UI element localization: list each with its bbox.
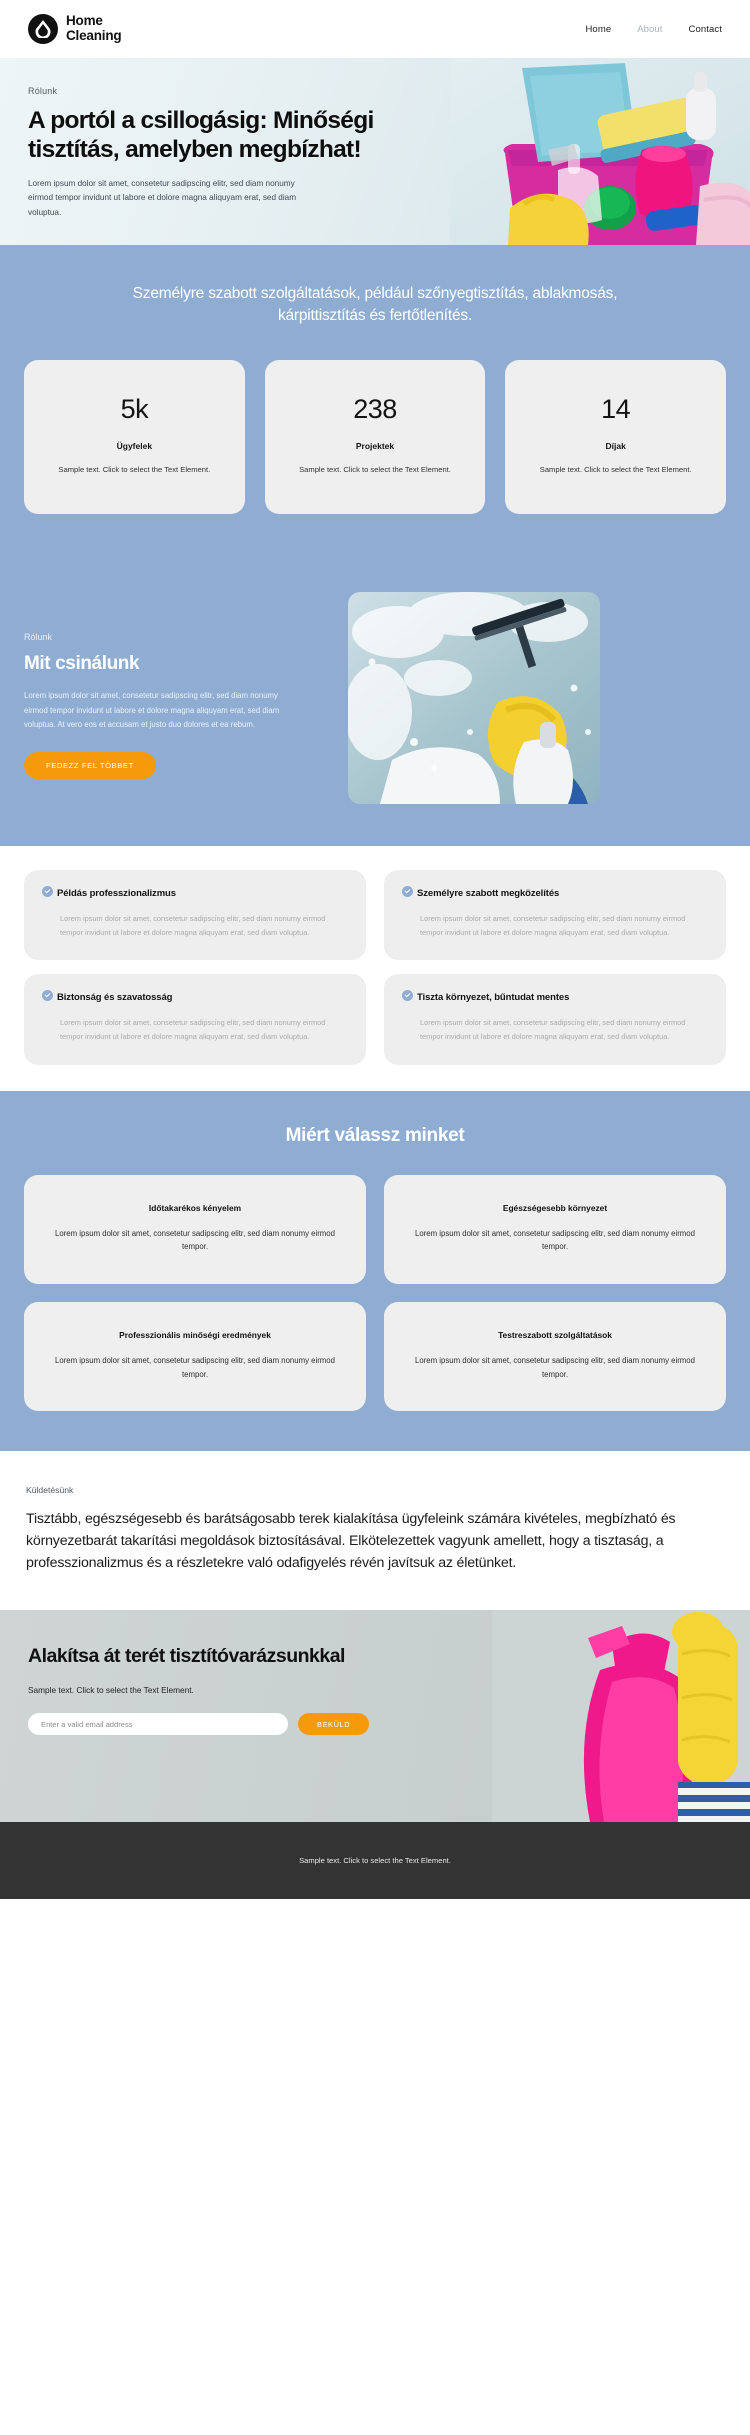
why-choose-us-section: Miért válassz minket Időtakarékos kényel… — [0, 1090, 750, 1452]
why-card[interactable]: Időtakarékos kényelem Lorem ipsum dolor … — [24, 1174, 366, 1285]
feature-body: Lorem ipsum dolor sit amet, consetetur s… — [420, 1017, 686, 1042]
cta-section: Alakítsa át terét tisztítóvarázsunkkal S… — [0, 1610, 750, 1823]
about-section: Rólunk Mit csinálunk Lorem ipsum dolor s… — [0, 554, 750, 846]
feature-title-text: Személyre szabott megközelítés — [417, 888, 560, 900]
footer-text: Sample text. Click to select the Text El… — [299, 1856, 451, 1866]
mission-eyebrow: Küldetésünk — [26, 1485, 74, 1496]
feature-title: Példás professzionalizmus — [42, 886, 348, 900]
feature-card[interactable]: Személyre szabott megközelítés Lorem ips… — [384, 870, 726, 961]
feature-body: Lorem ipsum dolor sit amet, consetetur s… — [420, 913, 686, 937]
hero-image-cleaning-supplies — [450, 58, 750, 245]
why-card-body: Lorem ipsum dolor sit amet, consetetur s… — [55, 1356, 335, 1379]
check-circle-icon — [42, 886, 53, 898]
stat-description: Sample text. Click to select the Text El… — [58, 464, 211, 474]
stat-description: Sample text. Click to select the Text El… — [299, 464, 451, 474]
about-paragraph: Lorem ipsum dolor sit amet, consetetur s… — [24, 691, 280, 729]
why-card[interactable]: Egészségesebb környezet Lorem ipsum dolo… — [384, 1174, 726, 1285]
brand-name: Home Cleaning — [66, 13, 122, 43]
stats-card-row: 5k Ügyfelek Sample text. Click to select… — [24, 359, 727, 515]
stat-number: 14 — [601, 393, 631, 424]
why-card-title: Professzionális minőségi eredmények — [119, 1330, 271, 1341]
features-column-left: Példás professzionalizmus Lorem ipsum do… — [24, 870, 366, 1065]
about-image-window-cleaning — [348, 592, 600, 805]
stat-card[interactable]: 5k Ügyfelek Sample text. Click to select… — [24, 359, 245, 515]
mission-text: Tisztább, egészségesebb és barátságosabb… — [26, 1511, 676, 1572]
about-heading: Mit csinálunk — [24, 653, 140, 675]
feature-card[interactable]: Példás professzionalizmus Lorem ipsum do… — [24, 870, 366, 961]
feature-title: Biztonság és szavatosság — [42, 990, 348, 1004]
feature-card[interactable]: Biztonság és szavatosság Lorem ipsum dol… — [24, 974, 366, 1065]
why-card[interactable]: Testreszabott szolgáltatások Lorem ipsum… — [384, 1302, 726, 1412]
feature-body: Lorem ipsum dolor sit amet, consetetur s… — [60, 913, 326, 937]
newsletter-form: BEKÜLD — [28, 1713, 392, 1736]
feature-title-text: Példás professzionalizmus — [57, 888, 176, 900]
why-card-title: Testreszabott szolgáltatások — [498, 1330, 612, 1341]
mission-section: Küldetésünk Tisztább, egészségesebb és b… — [0, 1451, 750, 1611]
check-circle-icon — [402, 990, 413, 1002]
site-footer: Sample text. Click to select the Text El… — [0, 1822, 750, 1900]
check-circle-icon — [42, 990, 53, 1002]
nav-item-home[interactable]: Home — [585, 24, 611, 35]
why-card-body: Lorem ipsum dolor sit amet, consetetur s… — [55, 1228, 335, 1252]
stats-section: Személyre szabott szolgáltatások, példáu… — [0, 245, 750, 847]
stat-card[interactable]: 238 Projektek Sample text. Click to sele… — [264, 359, 486, 515]
submit-button[interactable]: BEKÜLD — [298, 1713, 370, 1736]
nav-item-contact[interactable]: Contact — [689, 24, 722, 35]
stat-label: Ügyfelek — [116, 440, 153, 451]
stat-label: Díjak — [605, 440, 626, 451]
feature-title-text: Biztonság és szavatosság — [57, 992, 173, 1004]
hero-section: Rólunk A portól a csillogásig: Minőségi … — [0, 58, 750, 245]
feature-title-text: Tiszta környezet, bűntudat mentes — [417, 992, 570, 1004]
feature-body: Lorem ipsum dolor sit amet, consetetur s… — [60, 1017, 326, 1042]
why-card-grid: Időtakarékos kényelem Lorem ipsum dolor … — [24, 1174, 726, 1412]
primary-nav: Home About Contact — [585, 24, 722, 35]
brand-logo[interactable]: Home Cleaning — [28, 13, 122, 44]
hero-heading: A portól a csillogásig: Minőségi tisztít… — [28, 107, 374, 163]
hero-eyebrow: Rólunk — [28, 86, 58, 96]
brand-line-1: Home — [66, 13, 103, 29]
feature-title: Személyre szabott megközelítés — [402, 886, 708, 900]
nav-item-about[interactable]: About — [637, 24, 662, 35]
about-eyebrow: Rólunk — [24, 632, 53, 643]
why-heading: Miért válassz minket — [285, 1124, 465, 1146]
discover-more-button[interactable]: FEDEZZ FEL TÖBBET — [24, 752, 156, 780]
why-card-title: Időtakarékos kényelem — [148, 1202, 242, 1213]
check-circle-icon — [402, 886, 413, 898]
features-column-right: Személyre szabott megközelítés Lorem ips… — [384, 870, 726, 1065]
hero-paragraph: Lorem ipsum dolor sit amet, consetetur s… — [28, 178, 297, 217]
stat-description: Sample text. Click to select the Text El… — [539, 464, 692, 474]
stats-lead-text: Személyre szabott szolgáltatások, példáu… — [132, 285, 618, 325]
site-header: Home Cleaning Home About Contact — [0, 0, 750, 58]
feature-title: Tiszta környezet, bűntudat mentes — [402, 990, 708, 1004]
cta-heading: Alakítsa át terét tisztítóvarázsunkkal — [28, 1645, 345, 1668]
stat-number: 5k — [120, 393, 149, 424]
cta-image-spray-bottle-glove — [492, 1610, 750, 1823]
stat-number: 238 — [353, 393, 397, 424]
why-card-body: Lorem ipsum dolor sit amet, consetetur s… — [415, 1228, 695, 1252]
brand-line-2: Cleaning — [66, 28, 122, 43]
water-drop-in-circle-icon — [28, 14, 58, 44]
features-section: Példás professzionalizmus Lorem ipsum do… — [0, 846, 750, 1091]
cta-subtext: Sample text. Click to select the Text El… — [28, 1685, 194, 1696]
why-card-title: Egészségesebb környezet — [502, 1202, 608, 1213]
feature-card[interactable]: Tiszta környezet, bűntudat mentes Lorem … — [384, 974, 726, 1065]
why-card[interactable]: Professzionális minőségi eredmények Lore… — [24, 1302, 366, 1412]
stat-card[interactable]: 14 Díjak Sample text. Click to select th… — [505, 359, 727, 515]
email-input[interactable] — [28, 1713, 288, 1736]
stat-label: Projektek — [355, 440, 395, 451]
why-card-body: Lorem ipsum dolor sit amet, consetetur s… — [415, 1356, 695, 1379]
